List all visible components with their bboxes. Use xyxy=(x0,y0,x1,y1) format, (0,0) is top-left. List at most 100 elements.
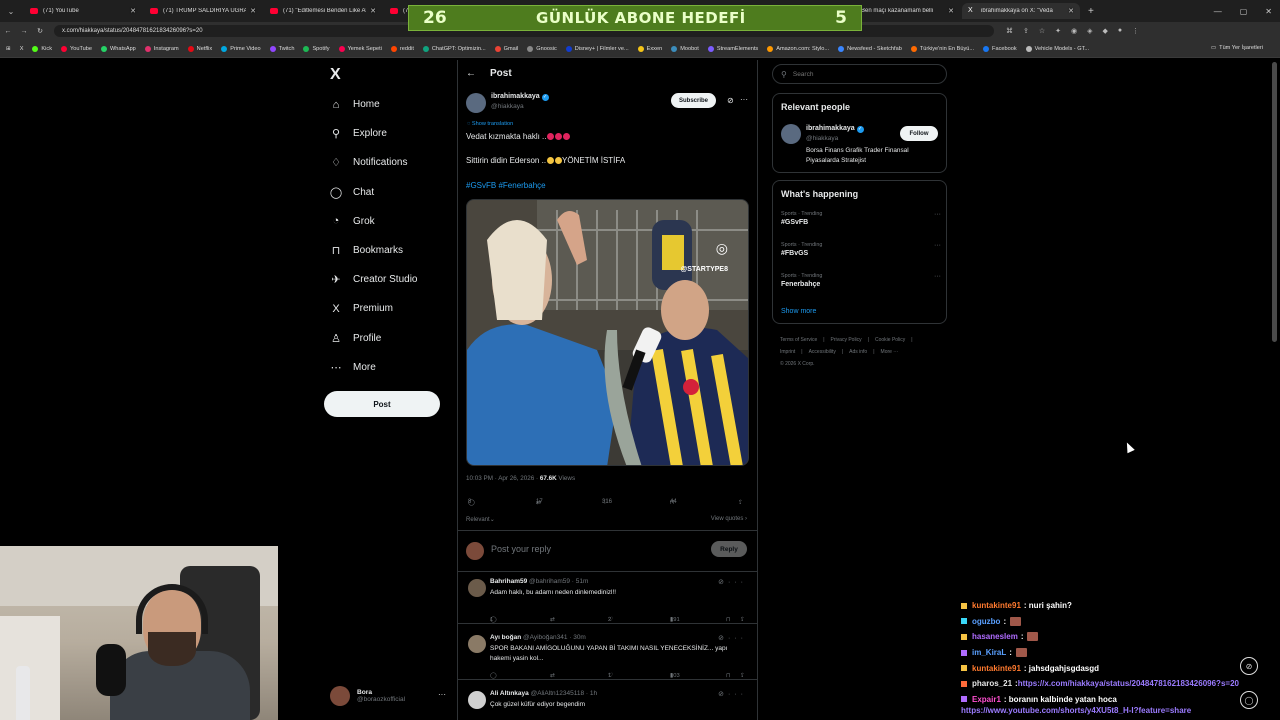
menu-icon[interactable]: ⋮ xyxy=(1132,27,1139,35)
bookmark-item[interactable]: YouTube xyxy=(61,45,92,52)
chat-username[interactable]: oguzbo xyxy=(972,617,1000,626)
sort-replies-dropdown[interactable]: Relevant⌄ xyxy=(466,516,495,523)
post-author[interactable]: ibrahimakkaya ✓ @hiakkaya xyxy=(466,93,549,113)
bookmark-item[interactable]: Newsfeed - Sketchfab xyxy=(838,45,902,52)
close-tab-icon[interactable]: ✕ xyxy=(130,3,136,19)
post-hashtags[interactable]: #GSvFB #Fenerbahçe xyxy=(466,181,546,190)
chat-username[interactable]: kuntakinte91 xyxy=(972,664,1021,673)
profile-icon[interactable]: ● xyxy=(1118,27,1122,35)
extension-icon[interactable]: ◈ xyxy=(1087,27,1092,35)
bookmark-item[interactable]: Spotify xyxy=(303,45,330,52)
footer-link[interactable]: More ··· xyxy=(881,349,899,355)
footer-link[interactable]: Cookie Policy xyxy=(875,337,905,343)
bookmark-item[interactable]: Amazon.com: Stylo... xyxy=(767,45,829,52)
more-icon[interactable]: ··· xyxy=(728,635,747,642)
maximize-icon[interactable]: ▢ xyxy=(1240,7,1248,16)
nav-item-explore[interactable]: ⚲ Explore xyxy=(329,119,417,148)
chat-username[interactable]: im_KiraL xyxy=(972,648,1006,657)
bookmark-item[interactable]: Facebook xyxy=(983,45,1017,52)
nav-item-profile[interactable]: ♙ Profile xyxy=(329,324,417,353)
reply-input[interactable]: Post your reply xyxy=(491,544,551,554)
all-bookmarks[interactable]: ▭ Tüm Yer İşaretleri xyxy=(1211,45,1263,51)
bookmark-icon[interactable]: ⊓ xyxy=(726,673,731,679)
close-tab-icon[interactable]: ✕ xyxy=(250,3,256,19)
extension-icon[interactable]: ✦ xyxy=(1055,27,1061,35)
bookmark-item[interactable]: StreamElements xyxy=(707,45,758,52)
bookmark-item[interactable]: Türkiye'nin En Büyü... xyxy=(910,45,974,52)
back-icon[interactable]: ← xyxy=(0,28,16,35)
extension-icon[interactable]: ◆ xyxy=(1103,27,1108,35)
bookmark-item[interactable]: Twitch xyxy=(269,45,294,52)
chat-username[interactable]: pharos_21 xyxy=(972,679,1012,688)
reply-item[interactable]: Ali Altınkaya @AliAltn12345118 · 1h Çok g… xyxy=(458,684,757,720)
nav-item-creator-studio[interactable]: ✈ Creator Studio xyxy=(329,265,417,294)
more-icon[interactable]: ··· xyxy=(934,211,941,218)
nav-item-more[interactable]: ⋯ More xyxy=(329,353,417,382)
grok-icon[interactable]: ⊘ xyxy=(718,635,728,642)
reply-item[interactable]: Ayı boğan @Ayiboğan341 · 30m SPOR BAKANI … xyxy=(458,628,757,680)
nav-item-chat[interactable]: ◯ Chat xyxy=(329,178,417,207)
footer-link[interactable]: Imprint xyxy=(780,349,795,355)
x-logo[interactable]: X xyxy=(330,66,341,84)
more-icon[interactable]: ··· xyxy=(934,242,941,249)
follow-button[interactable]: Follow xyxy=(900,126,938,141)
new-tab-icon[interactable]: + xyxy=(1088,6,1094,17)
reload-icon[interactable]: ↻ xyxy=(32,27,48,35)
trend-item[interactable]: Sports · Trending Fenerbahçe ··· xyxy=(781,273,941,288)
footer-link[interactable]: Privacy Policy xyxy=(831,337,862,343)
share-icon[interactable]: ⇪ xyxy=(740,673,745,679)
tab-search-icon[interactable]: ⌄ xyxy=(0,0,22,22)
bookmark-item[interactable]: Gmail xyxy=(494,45,518,52)
bookmark-icon[interactable]: ⊓ xyxy=(726,617,731,623)
grok-icon[interactable]: ⊘ xyxy=(718,691,728,698)
search-input[interactable] xyxy=(792,70,933,78)
bookmark-item[interactable]: Kick xyxy=(32,45,52,52)
post-button[interactable]: Post xyxy=(324,391,440,417)
bookmark-item[interactable]: Disney+ | Filmler ve... xyxy=(565,45,629,52)
forward-icon[interactable]: → xyxy=(16,28,32,35)
apps-icon[interactable]: ⊞ xyxy=(6,46,11,52)
nav-item-home[interactable]: ⌂ Home xyxy=(329,90,417,119)
nav-item-notifications[interactable]: ♢ Notifications xyxy=(329,148,417,177)
show-translation-link[interactable]: ◌ Show translation xyxy=(467,121,513,127)
translate-icon[interactable]: ⌘ xyxy=(1006,27,1013,35)
page-scrollbar[interactable] xyxy=(1272,62,1277,342)
close-tab-icon[interactable]: ✕ xyxy=(948,3,954,19)
trend-item[interactable]: Sports · Trending #FBvGS ··· xyxy=(781,242,941,257)
bookmark-item[interactable]: ChatGPT: Optimizin... xyxy=(422,45,486,52)
reply-item[interactable]: Bahriham59 @bahriham59 · 51m Adam haklı, … xyxy=(458,572,757,624)
chat-link[interactable]: https://x.com/hiakkaya/status/2048478162… xyxy=(1018,679,1239,688)
bookmark-item[interactable]: Instagram xyxy=(144,45,179,52)
bookmark-item[interactable]: Yemek Sepeti xyxy=(338,45,382,52)
nav-item-bookmarks[interactable]: ⊓ Bookmarks xyxy=(329,236,417,265)
chat-username[interactable]: kuntakinte91 xyxy=(972,601,1021,610)
search-box[interactable]: ⚲ xyxy=(772,64,947,84)
share-icon[interactable]: ⇪ xyxy=(738,499,743,506)
bookmark-item[interactable]: reddit xyxy=(390,45,414,52)
bookmark-item[interactable]: Prime Video xyxy=(221,45,261,52)
grok-icon[interactable]: ⊘ xyxy=(718,579,728,586)
extension-icon[interactable]: ◉ xyxy=(1071,27,1077,35)
star-icon[interactable]: ☆ xyxy=(1039,27,1045,35)
subscribe-button[interactable]: Subscribe xyxy=(671,93,717,108)
bookmark-item[interactable]: Netflix xyxy=(187,45,212,52)
bookmark-item[interactable]: Moobot xyxy=(671,45,699,52)
reply-button[interactable]: Reply xyxy=(711,541,747,557)
account-switcher[interactable]: Bora @boraozkofficial ··· xyxy=(330,686,450,706)
browser-tab[interactable]: Xibrahimakkaya on X: "Veda ✕ xyxy=(962,3,1080,19)
more-icon[interactable]: ··· xyxy=(728,579,747,586)
footer-link[interactable]: © 2026 X Corp. xyxy=(780,361,815,367)
show-more-link[interactable]: Show more xyxy=(781,308,816,315)
nav-item-premium[interactable]: X Premium xyxy=(329,294,417,323)
nav-item-grok[interactable]: ◔ Grok xyxy=(329,207,417,236)
view-quotes-link[interactable]: View quotes › xyxy=(711,516,747,522)
footer-link[interactable]: Accessibility xyxy=(809,349,836,355)
grok-icon[interactable]: ⊘ xyxy=(727,96,734,105)
close-tab-icon[interactable]: ✕ xyxy=(370,3,376,19)
bookmark-item[interactable]: WhatsApp xyxy=(100,45,136,52)
back-arrow-icon[interactable]: ← xyxy=(466,68,476,79)
footer-link[interactable]: Terms of Service xyxy=(780,337,817,343)
browser-tab[interactable]: (71) "Editlemesi Benden Like Al ✕ xyxy=(264,3,382,19)
close-window-icon[interactable]: ✕ xyxy=(1265,7,1272,16)
more-icon[interactable]: ··· xyxy=(934,273,941,280)
